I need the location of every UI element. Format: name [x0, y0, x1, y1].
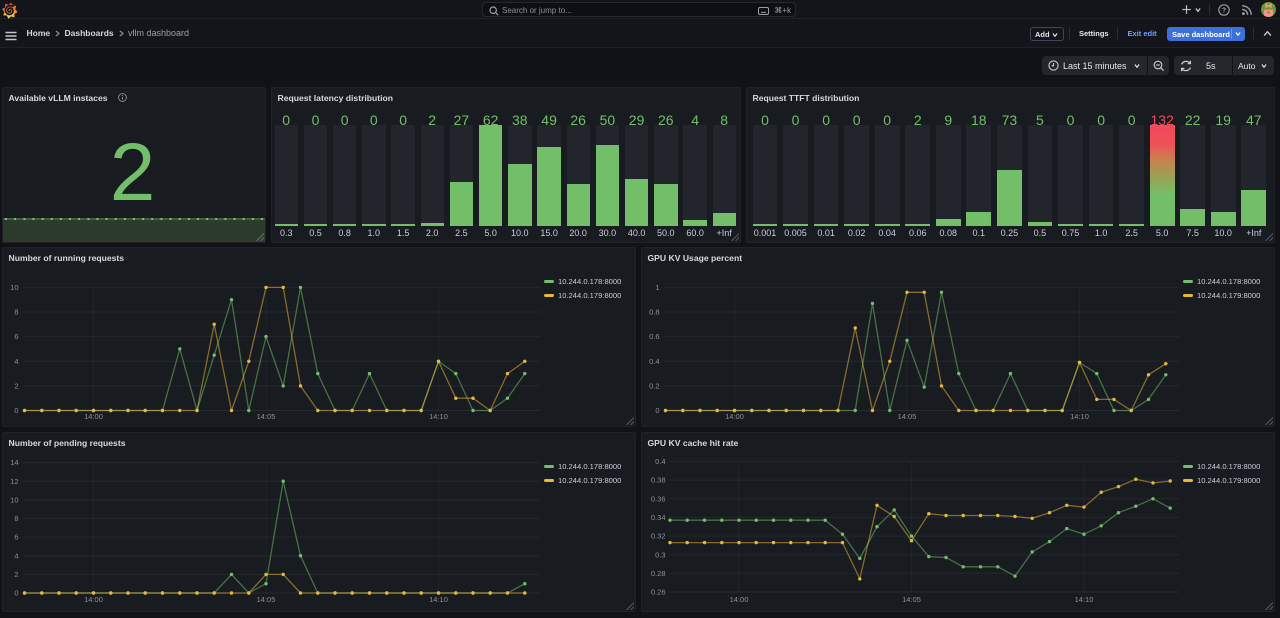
svg-text:0.32: 0.32: [651, 532, 666, 541]
svg-text:14:10: 14:10: [1070, 412, 1089, 421]
svg-text:?: ?: [1222, 7, 1226, 14]
svg-text:12: 12: [10, 477, 18, 486]
svg-text:8: 8: [14, 514, 18, 523]
svg-text:14:05: 14:05: [902, 595, 921, 604]
svg-text:14:00: 14:00: [730, 595, 749, 604]
svg-text:0.4: 0.4: [655, 457, 665, 466]
svg-text:14:05: 14:05: [257, 595, 276, 604]
svg-text:8: 8: [14, 308, 18, 317]
svg-text:14:00: 14:00: [84, 595, 103, 604]
svg-text:0.36: 0.36: [651, 494, 666, 503]
svg-text:0.38: 0.38: [651, 476, 666, 485]
svg-text:0: 0: [14, 589, 18, 598]
svg-text:14:05: 14:05: [257, 412, 276, 421]
svg-text:0.28: 0.28: [651, 569, 666, 578]
svg-text:4: 4: [14, 357, 18, 366]
svg-text:2: 2: [14, 382, 18, 391]
svg-text:6: 6: [14, 332, 18, 341]
svg-text:0.26: 0.26: [651, 588, 666, 597]
svg-text:14:00: 14:00: [725, 412, 744, 421]
svg-text:14:10: 14:10: [429, 595, 448, 604]
svg-text:0: 0: [14, 406, 18, 415]
svg-text:4: 4: [14, 551, 18, 560]
svg-text:0.6: 0.6: [649, 332, 659, 341]
svg-text:0.34: 0.34: [651, 513, 666, 522]
svg-text:1: 1: [655, 283, 659, 292]
svg-text:14:05: 14:05: [898, 412, 917, 421]
svg-text:14:10: 14:10: [1075, 595, 1094, 604]
svg-text:6: 6: [14, 533, 18, 542]
svg-text:2: 2: [14, 570, 18, 579]
svg-text:14:00: 14:00: [84, 412, 103, 421]
svg-text:0.2: 0.2: [649, 382, 659, 391]
svg-text:0.4: 0.4: [649, 357, 659, 366]
svg-text:14:10: 14:10: [429, 412, 448, 421]
svg-text:14: 14: [10, 458, 18, 467]
svg-text:10: 10: [10, 283, 18, 292]
svg-text:10: 10: [10, 495, 18, 504]
svg-text:0: 0: [655, 406, 659, 415]
svg-text:0.8: 0.8: [649, 308, 659, 317]
svg-text:0.3: 0.3: [655, 550, 665, 559]
